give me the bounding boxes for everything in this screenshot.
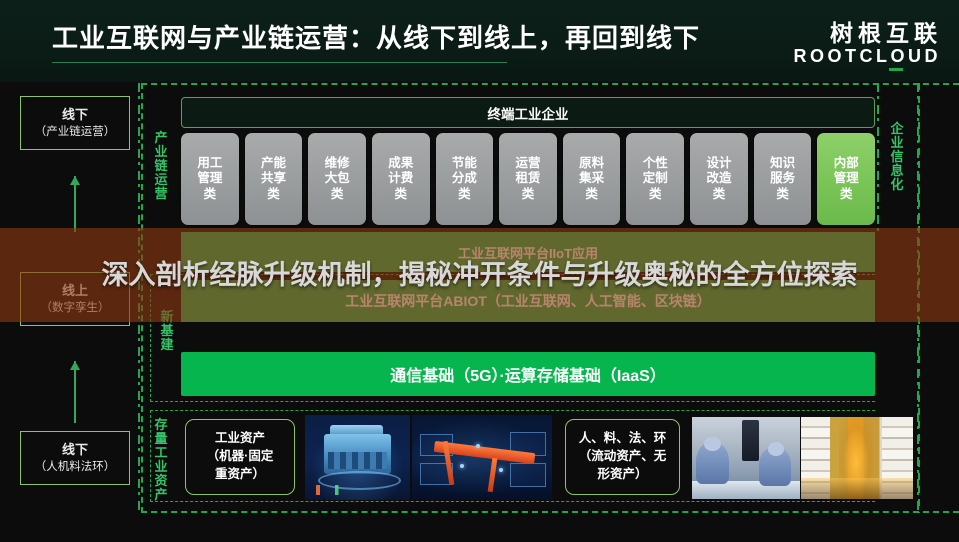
card-line2: 定制 [642, 171, 668, 186]
service-card[interactable]: 原料 集采 类 [562, 133, 621, 225]
asset-box-line1: 人、料、法、环 [578, 431, 667, 446]
asset-box-line2: （机器·固定 [206, 449, 274, 464]
asset-box-line1: 工业资产 [214, 431, 265, 446]
card-line3: 类 [776, 186, 789, 201]
service-card[interactable]: 产能 共享 类 [244, 133, 303, 225]
asset-box-line2: （流动资产、无 [578, 449, 667, 464]
card-line1: 知识 [770, 156, 796, 171]
band-label-chain-operation: 产业链运营 [154, 130, 168, 202]
card-line2: 大包 [324, 171, 350, 186]
card-line3: 类 [330, 186, 344, 201]
crane-info-panel [510, 462, 546, 487]
asset-box-line3: 重资产） [214, 466, 265, 481]
stage-box-line2: （产业链运营） [34, 126, 116, 139]
lab-robotic-arm [741, 420, 759, 462]
slide-canvas: 工业互联网与产业链运营：从线下到线上，再回到线下 树根互联 ROOTCLOUD … [0, 0, 959, 542]
service-card[interactable]: 维修 大包 类 [308, 133, 366, 225]
page-title: 工业互联网与产业链运营：从线下到线上，再回到线下 [52, 23, 701, 53]
card-line3: 类 [267, 186, 280, 201]
terminal-enterprises-label: 终端工业企业 [487, 106, 569, 122]
card-line2: 管理 [197, 171, 223, 186]
service-card[interactable]: 节能 分成 类 [435, 133, 494, 225]
service-card-internal-management[interactable]: 内部 管理 类 [817, 133, 876, 225]
asset-box-industrial-assets[interactable]: 工业资产 （机器·固定 重资产） [185, 419, 295, 495]
service-card[interactable]: 个性 定制 类 [626, 133, 685, 225]
photo-diesel-engine-digital-twin [305, 415, 410, 500]
brand-logo-english: ROOTCLOUD [793, 46, 941, 66]
card-line2: 管理 [833, 171, 859, 186]
stage-box-offline-4m1e[interactable]: 线下 （人机料法环） [20, 431, 130, 485]
band-label-enterprise-informatization: 企业信息化 [890, 121, 904, 193]
card-line1: 成果 [388, 156, 414, 171]
service-card[interactable]: 知识 服务 类 [753, 133, 812, 225]
card-line3: 类 [458, 186, 471, 201]
card-line1: 运营 [515, 156, 541, 171]
card-line3: 类 [585, 186, 598, 201]
stage-box-line1: 线下 [61, 106, 88, 122]
card-line3: 类 [839, 186, 853, 201]
stage-box-line2: （人机料法环） [34, 461, 116, 474]
card-line1: 用工 [197, 156, 223, 171]
card-line3: 类 [394, 186, 407, 201]
photo-cleanroom-workers [692, 417, 800, 499]
card-line1: 个性 [642, 156, 668, 171]
card-line1: 内部 [833, 156, 859, 171]
terminal-enterprises-bar[interactable]: 终端工业企业 [181, 97, 875, 128]
service-card[interactable]: 运营 租赁 类 [499, 133, 557, 225]
title-underline [52, 62, 507, 63]
flow-arrow-up-lower [70, 176, 80, 232]
card-line2: 计费 [388, 171, 414, 186]
crane-sensor-node [498, 467, 503, 472]
card-line2: 集采 [579, 171, 605, 186]
card-line3: 类 [203, 186, 217, 201]
card-line1: 维修 [324, 156, 350, 171]
card-line2: 服务 [770, 171, 796, 186]
platform-bar-infrastructure[interactable]: 通信基础（5G）·运算存储基础（IaaS） [181, 352, 875, 396]
card-line2: 共享 [260, 171, 286, 186]
photo-yarn-spool-warehouse [801, 417, 913, 499]
slide-header: 工业互联网与产业链运营：从线下到线上，再回到线下 树根互联 ROOTCLOUD [0, 0, 959, 82]
card-line1: 节能 [451, 156, 477, 171]
photo-crane-digital-twin [412, 415, 552, 500]
card-line3: 类 [712, 186, 726, 201]
platform-bar-infrastructure-label: 通信基础（5G）·运算存储基础（IaaS） [390, 368, 666, 385]
service-card[interactable]: 设计 改造 类 [690, 133, 748, 225]
overlay-banner-text: 深入剖析经脉升级机制，揭秘冲开条件与升级奥秘的全方位探索 [101, 259, 858, 290]
card-line3: 类 [521, 186, 535, 201]
card-line2: 租赁 [515, 171, 541, 186]
card-line1: 设计 [706, 156, 732, 171]
stage-box-line1: 线下 [61, 441, 88, 457]
asset-box-line3: 形资产） [597, 466, 648, 481]
service-card-row: 用工 管理 类 产能 共享 类 维修 大包 类 成果 计费 类 节能 分成 类 … [181, 133, 876, 225]
card-line2: 改造 [706, 171, 732, 186]
logo-accent-bar [889, 68, 903, 71]
band-separator-inner-right [877, 83, 879, 231]
card-line1: 原料 [579, 156, 605, 171]
card-line1: 产能 [260, 156, 286, 171]
lab-worker-head [767, 441, 784, 456]
asset-box-people-material-method-environment[interactable]: 人、料、法、环 （流动资产、无 形资产） [565, 419, 680, 495]
engine-cylinder-bank [328, 452, 387, 470]
flow-arrow-up-upper [70, 361, 80, 423]
stage-box-offline-chain[interactable]: 线下 （产业链运营） [20, 96, 130, 150]
service-card[interactable]: 成果 计费 类 [371, 133, 430, 225]
engine-status-readout [315, 484, 379, 495]
yarn-floor-reflection [801, 477, 913, 499]
crane-leg [488, 457, 498, 492]
service-card[interactable]: 用工 管理 类 [181, 133, 239, 225]
brand-logo-chinese: 树根互联 [830, 20, 942, 46]
card-line3: 类 [649, 186, 662, 201]
crane-sensor-node [459, 464, 464, 469]
card-line2: 分成 [451, 171, 477, 186]
